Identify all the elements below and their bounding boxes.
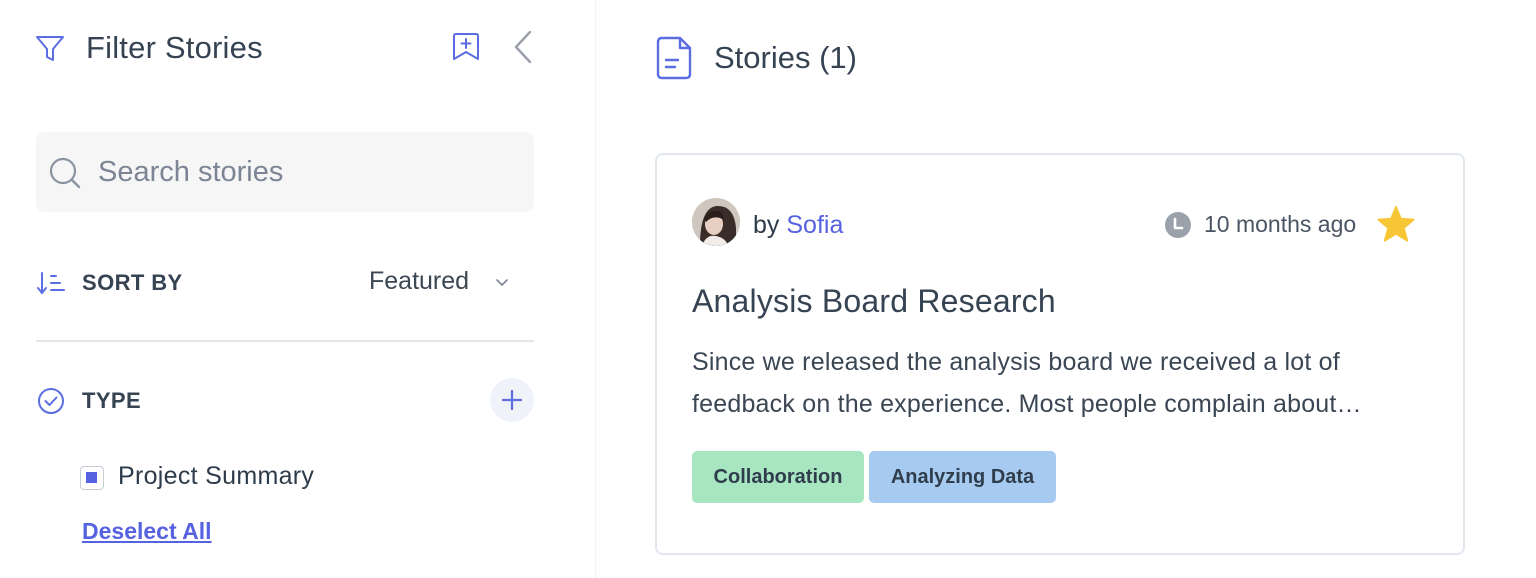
sidebar-header: Filter Stories <box>34 28 534 68</box>
star-icon[interactable] <box>1376 205 1416 243</box>
author-avatar <box>692 198 740 246</box>
checkbox-checked-mark <box>86 472 97 483</box>
filter-icon <box>36 36 64 61</box>
type-option-label: Project Summary <box>118 462 315 490</box>
check-circle-icon <box>38 388 64 414</box>
deselect-all-link[interactable]: Deselect All <box>82 518 212 545</box>
sort-icon <box>37 272 65 294</box>
sort-by-label: SORT BY <box>82 270 183 295</box>
search-input[interactable] <box>98 150 518 194</box>
tag-chip[interactable]: Collaboration <box>692 451 864 503</box>
stories-header: Stories (1) <box>656 36 1056 84</box>
app-root: Filter Stories SORT BY Featured <box>0 0 1536 578</box>
by-label: by <box>753 211 780 239</box>
tag-chip[interactable]: Analyzing Data <box>869 451 1056 503</box>
collapse-chevron-left-icon[interactable] <box>508 28 538 66</box>
divider <box>36 340 534 342</box>
time-ago: 10 months ago <box>1204 211 1357 237</box>
save-filter-icon[interactable] <box>450 30 482 62</box>
type-checkbox[interactable] <box>80 466 104 490</box>
search-icon <box>49 157 81 189</box>
story-excerpt: Since we released the analysis board we … <box>692 348 1362 418</box>
document-icon <box>656 36 692 80</box>
clock-icon <box>1165 212 1191 238</box>
story-title[interactable]: Analysis Board Research <box>692 283 1056 320</box>
type-filter-label: TYPE <box>82 388 142 413</box>
type-filter-header: TYPE <box>36 378 534 422</box>
filter-sidebar: Filter Stories SORT BY Featured <box>0 0 596 578</box>
sort-value: Featured <box>369 267 470 295</box>
page-title: Stories (1) <box>714 40 857 75</box>
sort-by-row: SORT BY Featured <box>36 262 534 302</box>
author-link[interactable]: Sofia <box>786 211 843 239</box>
search-box <box>36 132 534 212</box>
plus-icon <box>501 389 523 411</box>
sidebar-title: Filter Stories <box>86 30 263 65</box>
add-type-button[interactable] <box>490 378 534 422</box>
chevron-down-icon <box>496 279 508 286</box>
story-card[interactable]: by Sofia 10 months ago Analysis Board Re… <box>655 153 1465 555</box>
story-byline: by Sofia <box>753 211 843 240</box>
